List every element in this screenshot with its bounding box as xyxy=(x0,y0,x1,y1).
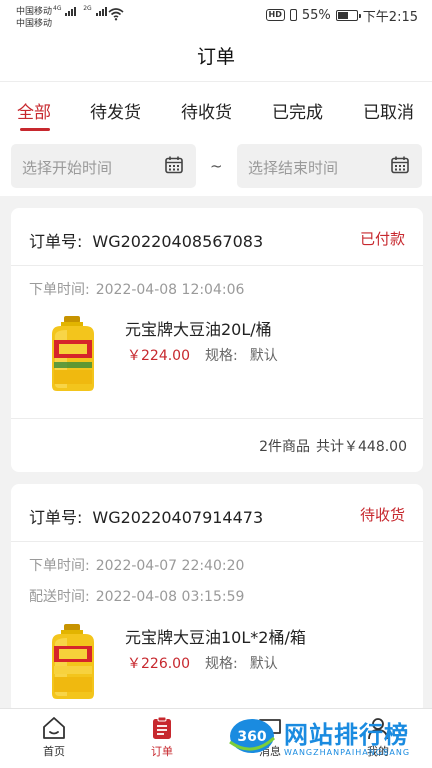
order-time-value: 2022-04-07 22:40:20 xyxy=(95,558,245,574)
tab-pending-shipment[interactable]: 待发货 xyxy=(90,98,141,123)
order-card[interactable]: 订单号: WG20220407914473 待收货 下单时间: 2022-04-07… xyxy=(11,484,423,714)
nav-orders[interactable]: 订单 xyxy=(132,715,192,759)
end-date-placeholder: 选择结束时间 xyxy=(248,159,339,177)
product-image[interactable] xyxy=(43,622,103,702)
product-price: ￥226.00 xyxy=(127,656,190,672)
date-filter: 选择开始时间 ~ 选择结束时间 xyxy=(0,138,432,196)
battery-percent: 55% xyxy=(301,7,331,23)
order-time-value: 2022-04-08 12:04:06 xyxy=(95,282,245,298)
nav-home[interactable]: 首页 xyxy=(24,715,84,759)
home-icon xyxy=(43,717,65,739)
nav-messages[interactable]: 消息 xyxy=(240,715,300,759)
nav-home-label: 首页 xyxy=(43,745,65,758)
tab-cancelled[interactable]: 已取消 xyxy=(363,98,414,123)
signal-1-icon xyxy=(65,7,79,16)
delivery-time-value: 2022-04-08 03:15:59 xyxy=(95,589,245,605)
order-number: 订单号: WG20220407914473 xyxy=(29,504,263,528)
order-icon xyxy=(153,716,171,739)
page-header: 订单 xyxy=(0,30,432,82)
order-time-label: 下单时间: xyxy=(29,558,90,574)
product-spec-value: 默认 xyxy=(249,348,278,364)
nav-profile[interactable]: 我的 xyxy=(348,715,408,759)
nav-messages-label: 消息 xyxy=(259,745,281,758)
order-time: 下单时间: 2022-04-08 12:04:06 xyxy=(29,279,244,299)
product-name[interactable]: 元宝牌大豆油10L*2桶/箱 xyxy=(125,624,306,648)
bottom-navigation: 首页 订单 消息 我的 xyxy=(0,708,432,768)
active-tab-indicator xyxy=(20,128,50,131)
calendar-icon xyxy=(165,156,183,174)
product-spec: 规格: 默认 xyxy=(205,345,278,365)
status-bar: 中国移动4G 2G 中国移动 HD 55% 下午2:15 xyxy=(0,0,432,30)
order-number-label: 订单号: xyxy=(29,232,83,251)
product-spec-value: 默认 xyxy=(249,656,278,672)
order-time: 下单时间: 2022-04-07 22:40:20 xyxy=(29,555,244,575)
user-icon xyxy=(368,718,388,740)
order-number: 订单号: WG20220408567083 xyxy=(29,228,263,252)
order-number-label: 订单号: xyxy=(29,508,83,527)
tab-completed[interactable]: 已完成 xyxy=(272,98,323,123)
date-separator: ~ xyxy=(210,157,223,175)
delivery-time-label: 配送时间: xyxy=(29,589,90,605)
order-time-label: 下单时间: xyxy=(29,282,90,298)
order-total: 共计￥448.00 xyxy=(316,439,407,455)
order-number-value: WG20220407914473 xyxy=(92,508,264,527)
carrier-info: 中国移动4G 2G 中国移动 xyxy=(16,3,110,30)
message-icon xyxy=(259,719,281,738)
end-date-picker[interactable]: 选择结束时间 xyxy=(237,144,422,188)
product-spec-label: 规格: xyxy=(205,656,238,672)
nav-orders-label: 订单 xyxy=(151,745,173,758)
network-type-2: 2G xyxy=(83,5,92,12)
order-card[interactable]: 订单号: WG20220408567083 已付款 下单时间: 2022-04-08… xyxy=(11,208,423,472)
wifi-icon xyxy=(108,8,124,21)
start-date-picker[interactable]: 选择开始时间 xyxy=(11,144,196,188)
order-card-header: 订单号: WG20220408567083 已付款 xyxy=(11,208,423,266)
order-number-value: WG20220408567083 xyxy=(92,232,264,251)
delivery-time: 配送时间: 2022-04-08 03:15:59 xyxy=(29,586,244,606)
product-name[interactable]: 元宝牌大豆油20L/桶 xyxy=(125,316,272,340)
battery-icon xyxy=(335,9,361,21)
hd-badge: HD xyxy=(265,9,285,21)
order-summary: 2件商品 共计￥448.00 xyxy=(259,436,407,456)
clock: 下午2:15 xyxy=(362,9,418,25)
item-count: 2件商品 xyxy=(259,439,310,455)
product-price: ￥224.00 xyxy=(127,348,190,364)
order-card-footer: 2件商品 共计￥448.00 xyxy=(11,418,423,472)
carrier-2: 中国移动 xyxy=(16,19,53,29)
vibrate-icon xyxy=(289,9,297,21)
start-date-placeholder: 选择开始时间 xyxy=(22,159,113,177)
product-spec-label: 规格: xyxy=(205,348,238,364)
product-image[interactable] xyxy=(43,314,103,394)
order-tabs: 全部 待发货 待收货 已完成 已取消 xyxy=(0,82,432,138)
order-status: 已付款 xyxy=(359,230,405,248)
calendar-icon xyxy=(391,156,409,174)
product-spec: 规格: 默认 xyxy=(205,653,278,673)
page-title: 订单 xyxy=(196,46,235,68)
order-status: 待收货 xyxy=(359,506,405,524)
order-card-header: 订单号: WG20220407914473 待收货 xyxy=(11,484,423,542)
carrier-1: 中国移动 xyxy=(16,7,53,17)
network-type-1: 4G xyxy=(53,5,62,12)
nav-profile-label: 我的 xyxy=(367,745,389,758)
tab-all[interactable]: 全部 xyxy=(17,98,51,123)
tab-pending-receipt[interactable]: 待收货 xyxy=(181,98,232,123)
